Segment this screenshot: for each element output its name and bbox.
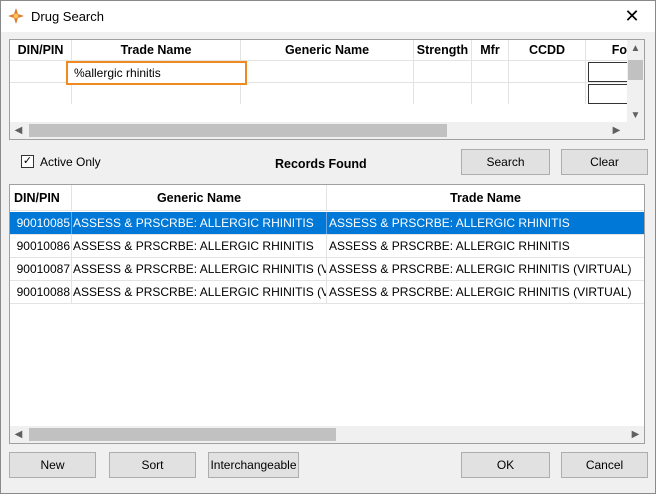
search-cell-din[interactable] — [10, 83, 72, 104]
search-grid-vertical-scrollbar[interactable]: ▲ ▼ — [627, 40, 644, 124]
results-grid[interactable]: DIN/PIN Generic Name Trade Name 90010085… — [9, 184, 645, 444]
app-icon — [8, 8, 24, 24]
column-header-strength[interactable]: Strength — [414, 40, 472, 60]
cancel-button[interactable]: Cancel — [561, 452, 648, 478]
cell-generic-name: ASSESS & PRSCRBE: ALLERGIC RHINITIS (VIR… — [72, 258, 327, 280]
checkmark-icon: ✓ — [22, 155, 33, 167]
results-horizontal-scrollbar[interactable]: ◀ ▶ — [10, 426, 644, 443]
vertical-scroll-thumb[interactable] — [628, 60, 643, 80]
search-criteria-grid[interactable]: DIN/PIN Trade Name Generic Name Strength… — [9, 39, 645, 140]
scroll-right-icon[interactable]: ▶ — [627, 426, 644, 443]
search-button[interactable]: Search — [461, 149, 550, 175]
search-row-2[interactable] — [10, 82, 630, 104]
active-only-checkbox[interactable]: ✓ — [21, 155, 34, 168]
cell-generic-name: ASSESS & PRSCRBE: ALLERGIC RHINITIS — [72, 212, 327, 234]
window-title: Drug Search — [31, 9, 104, 24]
new-button[interactable]: New — [9, 452, 96, 478]
cell-generic-name: ASSESS & PRSCRBE: ALLERGIC RHINITIS (VIR… — [72, 281, 327, 303]
trade-name-search-input[interactable]: %allergic rhinitis — [66, 61, 247, 85]
cell-din: 90010085 — [10, 212, 72, 234]
search-cell-strength[interactable] — [414, 83, 472, 104]
sort-button[interactable]: Sort — [109, 452, 196, 478]
table-row[interactable]: 90010088 ASSESS & PRSCRBE: ALLERGIC RHIN… — [10, 281, 644, 304]
search-cell-trade[interactable] — [72, 83, 241, 104]
drug-search-window: Drug Search ✕ DIN/PIN Trade Name Generic… — [0, 0, 656, 494]
close-icon: ✕ — [624, 6, 640, 26]
cell-generic-name: ASSESS & PRSCRBE: ALLERGIC RHINITIS — [72, 235, 327, 257]
search-cell-ccdd[interactable] — [509, 61, 586, 82]
fo-field-row-2[interactable] — [588, 84, 628, 104]
interchangeable-button[interactable]: Interchangeable — [208, 452, 299, 478]
search-cell-ccdd[interactable] — [509, 83, 586, 104]
ok-button[interactable]: OK — [461, 452, 550, 478]
column-header-din-pin[interactable]: DIN/PIN — [10, 40, 72, 60]
cell-trade-name: ASSESS & PRSCRBE: ALLERGIC RHINITIS (VIR… — [329, 285, 632, 299]
horizontal-scroll-thumb[interactable] — [29, 428, 336, 441]
scroll-right-icon[interactable]: ▶ — [608, 122, 625, 139]
column-header-fo[interactable]: Fo — [586, 40, 630, 60]
title-bar: Drug Search ✕ — [1, 1, 655, 32]
cell-trade-name: ASSESS & PRSCRBE: ALLERGIC RHINITIS — [329, 216, 570, 230]
table-row[interactable]: 90010087 ASSESS & PRSCRBE: ALLERGIC RHIN… — [10, 258, 644, 281]
cell-din: 90010087 — [10, 258, 72, 280]
close-button[interactable]: ✕ — [609, 1, 655, 32]
clear-button[interactable]: Clear — [561, 149, 648, 175]
scroll-left-icon[interactable]: ◀ — [10, 122, 27, 139]
cell-din: 90010086 — [10, 235, 72, 257]
column-header-trade-name[interactable]: Trade Name — [327, 185, 644, 210]
search-grid-horizontal-scrollbar[interactable]: ◀ ▶ — [10, 122, 644, 139]
search-cell-generic[interactable] — [241, 61, 414, 82]
column-header-generic-name[interactable]: Generic Name — [241, 40, 414, 60]
cell-trade-name: ASSESS & PRSCRBE: ALLERGIC RHINITIS (VIR… — [329, 262, 632, 276]
column-header-ccdd[interactable]: CCDD — [509, 40, 586, 60]
active-only-label[interactable]: Active Only — [40, 155, 101, 169]
search-cell-generic[interactable] — [241, 83, 414, 104]
search-cell-din[interactable] — [10, 61, 72, 82]
fo-field-row-1[interactable] — [588, 62, 628, 82]
column-header-generic-name[interactable]: Generic Name — [72, 185, 327, 210]
column-header-din-pin[interactable]: DIN/PIN — [10, 185, 72, 210]
search-cell-mfr[interactable] — [472, 83, 509, 104]
results-grid-header: DIN/PIN Generic Name Trade Name — [10, 185, 644, 211]
column-header-mfr[interactable]: Mfr — [472, 40, 509, 60]
records-found-label: Records Found — [275, 157, 367, 171]
column-header-trade-name[interactable]: Trade Name — [72, 40, 241, 60]
cell-trade-name: ASSESS & PRSCRBE: ALLERGIC RHINITIS — [329, 239, 570, 253]
cell-din: 90010088 — [10, 281, 72, 303]
search-grid-header: DIN/PIN Trade Name Generic Name Strength… — [10, 40, 630, 60]
scroll-left-icon[interactable]: ◀ — [10, 426, 27, 443]
scroll-up-icon[interactable]: ▲ — [627, 40, 644, 57]
table-row[interactable]: 90010086 ASSESS & PRSCRBE: ALLERGIC RHIN… — [10, 235, 644, 258]
table-row[interactable]: 90010085 ASSESS & PRSCRBE: ALLERGIC RHIN… — [10, 212, 644, 235]
search-cell-strength[interactable] — [414, 61, 472, 82]
search-cell-mfr[interactable] — [472, 61, 509, 82]
horizontal-scroll-thumb[interactable] — [29, 124, 447, 137]
